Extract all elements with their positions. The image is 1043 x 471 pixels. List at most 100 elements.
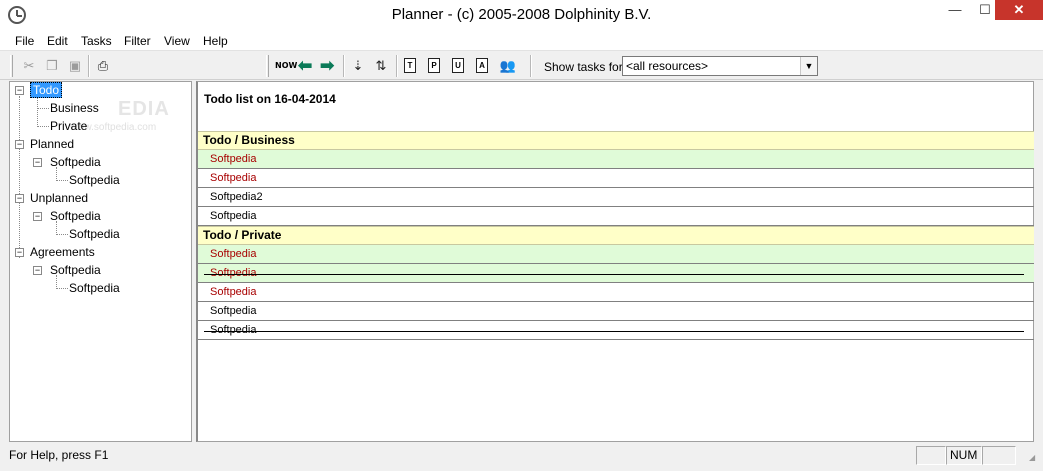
tree-item-unplanned-softpedia-child[interactable]: Softpedia bbox=[69, 226, 120, 244]
doc-t-icon[interactable]: T bbox=[404, 58, 416, 73]
sort-updown-icon[interactable]: ⇅ bbox=[372, 57, 390, 75]
tree-item-business[interactable]: Business bbox=[50, 100, 99, 118]
tree-item-private[interactable]: Private bbox=[50, 118, 87, 136]
title-bar: Planner - (c) 2005-2008 Dolphinity B.V. … bbox=[0, 0, 1043, 31]
strikethrough-line bbox=[204, 274, 1024, 275]
tree-item-agreements[interactable]: Agreements bbox=[30, 244, 95, 262]
tree-item-planned-softpedia[interactable]: Softpedia bbox=[50, 154, 101, 172]
tree-item-label: Softpedia bbox=[69, 281, 120, 295]
print-icon[interactable]: ⎙ bbox=[94, 57, 112, 75]
category-tree[interactable]: EDIA www.softpedia.com − Todo Business P… bbox=[9, 81, 192, 442]
status-panel-scroll bbox=[982, 446, 1016, 465]
menu-filter[interactable]: Filter bbox=[124, 34, 151, 48]
task-text: Softpedia bbox=[210, 324, 257, 336]
tree-collapse-icon[interactable]: − bbox=[15, 140, 24, 149]
status-bar: For Help, press F1 NUM ◢ bbox=[0, 443, 1043, 471]
task-row[interactable]: Softpedia bbox=[198, 207, 1034, 226]
toolbar-grip-2[interactable] bbox=[266, 55, 269, 77]
now-button[interactable]: NOW bbox=[275, 61, 297, 70]
strikethrough-line bbox=[204, 331, 1024, 332]
task-row[interactable]: Softpedia bbox=[198, 302, 1034, 321]
softpedia-watermark: EDIA bbox=[118, 98, 170, 120]
window-title: Planner - (c) 2005-2008 Dolphinity B.V. bbox=[391, 6, 652, 23]
doc-u-icon[interactable]: U bbox=[452, 58, 464, 73]
chevron-down-icon[interactable]: ▼ bbox=[800, 57, 817, 75]
status-panel-num: NUM bbox=[946, 446, 982, 465]
menu-edit[interactable]: Edit bbox=[47, 34, 68, 48]
tree-item-label: Softpedia bbox=[50, 155, 101, 169]
section-header-private: Todo / Private bbox=[198, 226, 1034, 245]
task-row[interactable]: Softpedia bbox=[198, 169, 1034, 188]
toolbar-separator bbox=[396, 55, 398, 77]
sort-down-icon[interactable]: ⇣ bbox=[349, 57, 367, 75]
resource-select-value: <all resources> bbox=[626, 59, 709, 73]
tree-item-planned[interactable]: Planned bbox=[30, 136, 74, 154]
task-text: Softpedia2 bbox=[210, 191, 263, 203]
menu-view[interactable]: View bbox=[164, 34, 190, 48]
tree-collapse-icon[interactable]: − bbox=[33, 212, 42, 221]
resource-select[interactable]: <all resources> ▼ bbox=[622, 56, 818, 76]
tree-collapse-icon[interactable]: − bbox=[15, 194, 24, 203]
menu-file[interactable]: File bbox=[15, 34, 34, 48]
people-icon[interactable]: 👥 bbox=[499, 57, 517, 75]
copy-icon[interactable]: ❐ bbox=[43, 57, 61, 75]
paste-icon[interactable]: ▣ bbox=[66, 57, 84, 75]
task-text: Softpedia bbox=[210, 267, 257, 279]
task-row[interactable]: Softpedia bbox=[198, 264, 1034, 283]
close-button[interactable]: ✕ bbox=[995, 0, 1043, 20]
status-panel-caps bbox=[916, 446, 946, 465]
tree-item-unplanned-softpedia[interactable]: Softpedia bbox=[50, 208, 101, 226]
task-text: Softpedia bbox=[210, 248, 257, 260]
tree-connector bbox=[37, 126, 49, 127]
cut-icon[interactable]: ✂ bbox=[20, 57, 38, 75]
tree-connector bbox=[56, 180, 68, 181]
tree-collapse-icon[interactable]: − bbox=[15, 248, 24, 257]
tree-item-agreements-softpedia[interactable]: Softpedia bbox=[50, 262, 101, 280]
tree-item-todo[interactable]: Todo bbox=[30, 82, 63, 100]
tree-item-label: Softpedia bbox=[50, 263, 101, 277]
task-row[interactable]: Softpedia bbox=[198, 321, 1034, 340]
resize-grip-icon[interactable]: ◢ bbox=[1029, 453, 1041, 465]
tree-collapse-icon[interactable]: − bbox=[33, 266, 42, 275]
tree-connector bbox=[56, 288, 68, 289]
tree-connector bbox=[37, 108, 49, 109]
task-text: Softpedia bbox=[210, 286, 257, 298]
menu-help[interactable]: Help bbox=[203, 34, 228, 48]
tree-collapse-icon[interactable]: − bbox=[33, 158, 42, 167]
arrow-left-icon[interactable]: ⬅ bbox=[298, 57, 312, 75]
task-row[interactable]: Softpedia bbox=[198, 245, 1034, 264]
menu-bar: File Edit Tasks Filter View Help bbox=[0, 31, 1043, 51]
minimize-button[interactable]: — bbox=[940, 0, 970, 20]
tree-item-label: Softpedia bbox=[50, 209, 101, 223]
doc-p-icon[interactable]: P bbox=[428, 58, 440, 73]
tree-item-label: Agreements bbox=[30, 245, 95, 259]
toolbar-separator bbox=[530, 55, 532, 77]
toolbar-grip[interactable] bbox=[10, 55, 13, 77]
task-text: Softpedia bbox=[210, 210, 257, 222]
tree-item-unplanned[interactable]: Unplanned bbox=[30, 190, 88, 208]
tree-collapse-icon[interactable]: − bbox=[15, 86, 24, 95]
tree-item-planned-softpedia-child[interactable]: Softpedia bbox=[69, 172, 120, 190]
toolbar-separator bbox=[343, 55, 345, 77]
menu-tasks[interactable]: Tasks bbox=[81, 34, 112, 48]
tree-item-agreements-softpedia-child[interactable]: Softpedia bbox=[69, 280, 120, 298]
show-tasks-label: Show tasks for bbox=[544, 60, 623, 74]
todo-list-title: Todo list on 16-04-2014 bbox=[204, 92, 336, 106]
todo-list-pane: Todo list on 16-04-2014 Todo / Business … bbox=[196, 81, 1034, 442]
tree-item-label: Business bbox=[50, 101, 99, 115]
task-row[interactable]: Softpedia2 bbox=[198, 188, 1034, 207]
tree-item-label: Softpedia bbox=[69, 227, 120, 241]
tree-item-label: Unplanned bbox=[30, 191, 89, 205]
task-text: Softpedia bbox=[210, 305, 257, 317]
doc-a-icon[interactable]: A bbox=[476, 58, 488, 73]
task-text: Softpedia bbox=[210, 172, 257, 184]
toolbar: ✂ ❐ ▣ ⎙ NOW ⬅ ➡ ⇣ ⇅ T P U A 👥 Show tasks… bbox=[0, 52, 1043, 80]
status-help-text: For Help, press F1 bbox=[9, 448, 109, 462]
section-header-business: Todo / Business bbox=[198, 131, 1034, 150]
task-row[interactable]: Softpedia bbox=[198, 150, 1034, 169]
task-text: Softpedia bbox=[210, 153, 257, 165]
arrow-right-icon[interactable]: ➡ bbox=[320, 57, 334, 75]
tree-connector bbox=[56, 234, 68, 235]
tree-item-label: Softpedia bbox=[69, 173, 120, 187]
task-row[interactable]: Softpedia bbox=[198, 283, 1034, 302]
